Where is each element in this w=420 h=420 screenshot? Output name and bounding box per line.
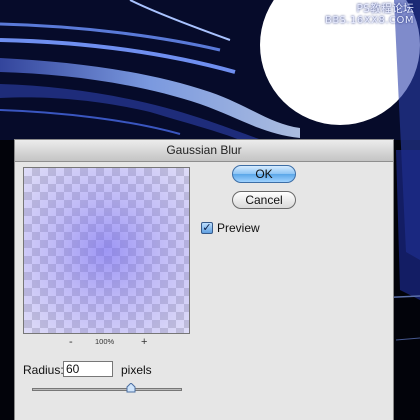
ok-button[interactable]: OK — [232, 165, 296, 183]
zoom-level: 100% — [95, 337, 115, 346]
radius-label: Radius: — [23, 363, 64, 377]
watermark: PS教程论坛 BBS.16XX8.COM — [325, 3, 414, 27]
zoom-in-button[interactable]: + — [141, 336, 147, 348]
radius-slider[interactable] — [32, 388, 182, 391]
preview-label: Preview — [217, 221, 260, 235]
radius-unit-label: pixels — [121, 363, 152, 377]
preview-image — [24, 168, 189, 333]
radius-slider-thumb[interactable] — [126, 383, 136, 393]
dialog-title[interactable]: Gaussian Blur — [15, 140, 393, 162]
preview-pane[interactable] — [23, 167, 190, 334]
zoom-out-button[interactable]: - — [69, 336, 73, 348]
gaussian-blur-dialog: Gaussian Blur - 100% + OK Cancel ✓ Previ… — [14, 139, 394, 420]
radius-input[interactable]: 60 — [63, 361, 113, 377]
zoom-controls: - 100% + — [23, 336, 190, 350]
watermark-line1: PS教程论坛 — [356, 2, 414, 15]
watermark-line2: BBS.16XX8.COM — [324, 15, 414, 26]
cancel-button[interactable]: Cancel — [232, 191, 296, 209]
preview-checkbox[interactable]: ✓ — [201, 222, 213, 234]
